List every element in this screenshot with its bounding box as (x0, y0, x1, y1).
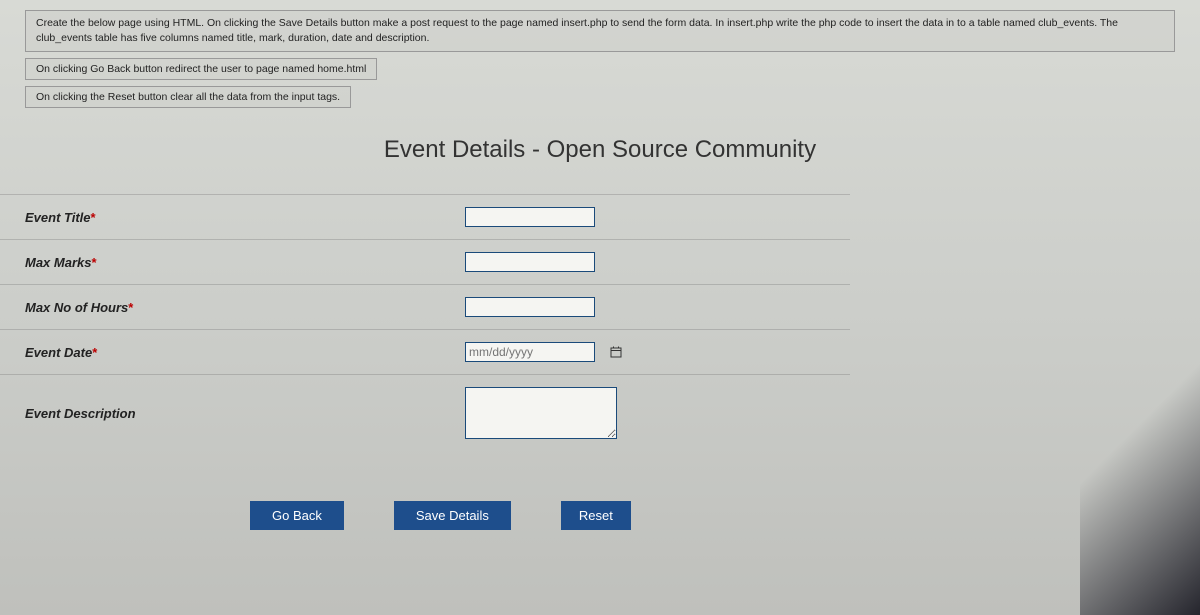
row-event-date: Event Date* (0, 330, 850, 375)
event-date-input[interactable] (465, 342, 595, 362)
label-event-description: Event Description (25, 406, 465, 421)
calendar-icon[interactable] (610, 346, 622, 358)
row-event-title: Event Title* (0, 194, 850, 240)
label-event-title: Event Title* (25, 210, 465, 225)
instruction-text-2: On clicking Go Back button redirect the … (36, 63, 366, 75)
event-description-input[interactable] (465, 387, 617, 439)
label-max-marks: Max Marks* (25, 255, 465, 270)
reset-button[interactable]: Reset (561, 501, 631, 530)
date-wrapper (465, 342, 622, 362)
go-back-button[interactable]: Go Back (250, 501, 344, 530)
instruction-block-1: Create the below page using HTML. On cli… (25, 10, 1175, 52)
event-form: Event Title* Max Marks* Max No of Hours*… (25, 194, 1175, 530)
max-marks-input[interactable] (465, 252, 595, 272)
page-title: Event Details - Open Source Community (175, 136, 1025, 164)
label-max-hours: Max No of Hours* (25, 300, 465, 315)
save-details-button[interactable]: Save Details (394, 501, 511, 530)
instruction-block-2: On clicking Go Back button redirect the … (25, 58, 377, 80)
instruction-text-1: Create the below page using HTML. On cli… (36, 17, 1118, 44)
row-max-marks: Max Marks* (0, 240, 850, 285)
label-event-date: Event Date* (25, 345, 465, 360)
instruction-block-3: On clicking the Reset button clear all t… (25, 86, 351, 108)
instruction-text-3: On clicking the Reset button clear all t… (36, 91, 340, 103)
max-hours-input[interactable] (465, 297, 595, 317)
event-title-input[interactable] (465, 207, 595, 227)
row-max-hours: Max No of Hours* (0, 285, 850, 330)
row-event-description: Event Description (0, 375, 850, 451)
button-row: Go Back Save Details Reset (250, 501, 1175, 530)
